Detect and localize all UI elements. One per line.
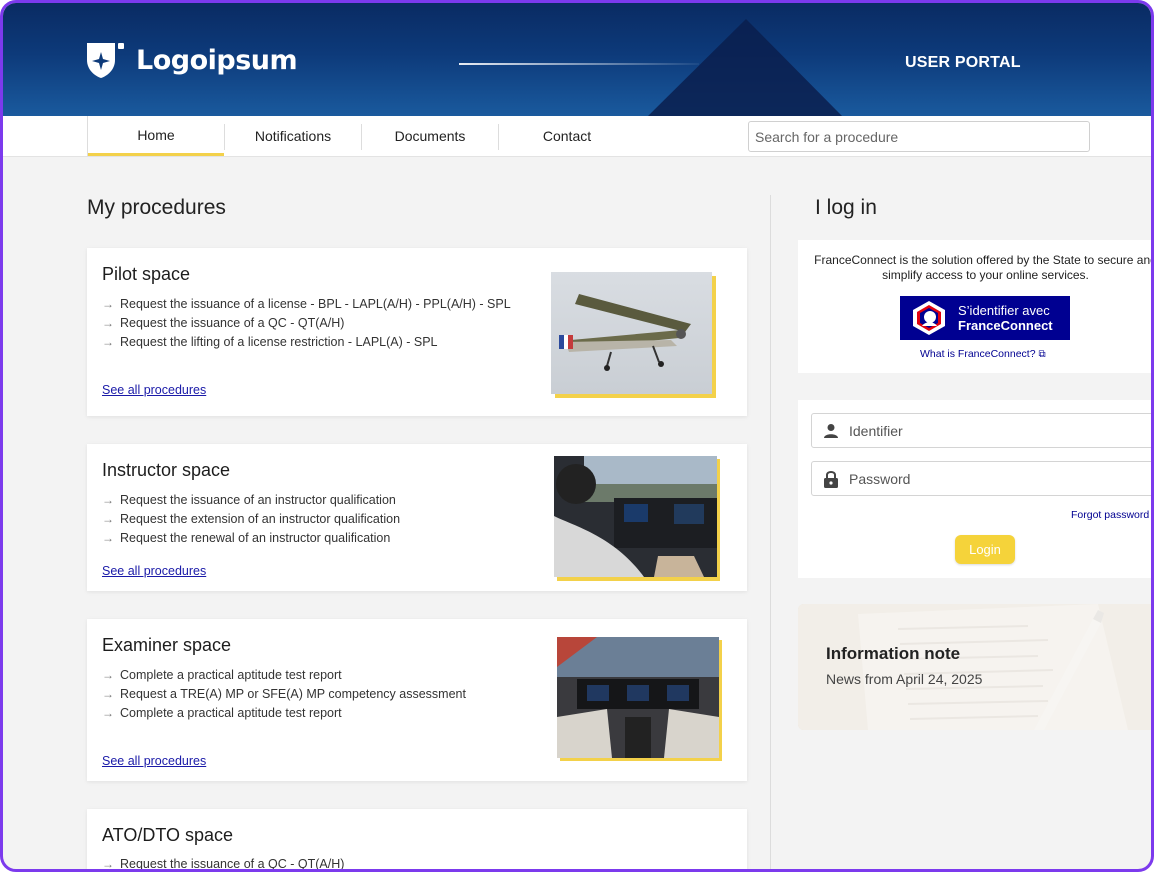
my-procedures-title: My procedures [87,196,226,219]
card-title: Pilot space [102,264,191,284]
login-form: Forgot password Login [798,400,1151,578]
site-logo[interactable]: Logoipsum [85,40,298,80]
procedure-item[interactable]: → Request the lifting of a license restri… [102,333,511,352]
procedure-item[interactable]: → Request the extension of an instructor … [102,510,400,529]
procedure-item[interactable]: → Request the issuance of a QC - QT(A/H) [102,855,345,871]
tab-documents[interactable]: Documents [362,116,498,156]
franceconnect-description: FranceConnect is the solution offered by… [814,253,1154,282]
user-icon [823,422,839,440]
info-overlay [798,604,1151,730]
franceconnect-button-line1: S’identifier avec [958,303,1050,318]
arrow-right-icon: → [102,687,114,701]
pilot-space-card: Pilot space → Request the issuance of a l… [87,248,747,416]
cockpit-pilot-photo [554,456,717,577]
franceconnect-panel: FranceConnect is the solution offered by… [798,240,1154,373]
procedure-item-label: Request the lifting of a license restric… [120,335,438,349]
arrow-right-icon: → [102,857,114,871]
logo-text: Logoipsum [136,44,298,76]
jet-cockpit-photo [557,637,719,758]
procedure-item-label: Request the issuance of a QC - QT(A/H) [120,316,345,330]
procedure-item-label: Request the issuance of a QC - QT(A/H) [120,857,345,871]
procedure-list: → Complete a practical aptitude test repo… [102,666,466,723]
procedure-search-input[interactable] [748,121,1090,152]
forgot-password-link[interactable]: Forgot password [1071,509,1149,521]
arrow-right-icon: → [102,531,114,545]
procedure-list: → Request the issuance of a QC - QT(A/H) [102,855,345,871]
franceconnect-help-link[interactable]: What is FranceConnect? ⧉ [920,348,1046,360]
procedure-item[interactable]: → Request the issuance of a license - BPL… [102,295,511,314]
external-link-icon: ⧉ [1038,349,1046,360]
arrow-right-icon: → [102,706,114,720]
franceconnect-help-label: What is FranceConnect? [920,348,1036,360]
arrow-right-icon: → [102,316,114,330]
password-input[interactable] [849,470,1129,487]
instructor-space-card: Instructor space → Request the issuance o… [87,444,747,591]
tab-notifications[interactable]: Notifications [225,116,361,156]
arrow-right-icon: → [102,512,114,526]
password-field[interactable] [811,461,1151,496]
identifier-field[interactable] [811,413,1151,448]
procedure-item[interactable]: → Complete a practical aptitude test repo… [102,704,466,723]
column-divider [770,195,771,869]
logo-icon [87,43,124,78]
procedure-list: → Request the issuance of an instructor q… [102,491,400,548]
procedure-item[interactable]: → Request the issuance of a QC - QT(A/H) [102,314,511,333]
app-frame: Logoipsum USER PORTAL Home Notifications… [0,0,1154,872]
tab-home[interactable]: Home [88,116,224,156]
franceconnect-button-text: S’identifier avec FranceConnect [958,303,1053,333]
procedure-item-label: Request the issuance of a license - BPL … [120,297,511,311]
procedure-item-label: Complete a practical aptitude test repor… [120,706,342,720]
arrow-right-icon: → [102,297,114,311]
card-title: Examiner space [102,635,232,655]
see-all-procedures-link[interactable]: See all procedures [102,383,206,397]
see-all-procedures-link[interactable]: See all procedures [102,564,206,578]
site-header: Logoipsum USER PORTAL [3,3,1151,116]
login-button[interactable]: Login [955,535,1015,564]
franceconnect-icon [913,301,945,335]
procedure-list: → Request the issuance of a license - BPL… [102,295,511,352]
procedure-item[interactable]: → Request the renewal of an instructor qu… [102,529,400,548]
arrow-right-icon: → [102,335,114,349]
arrow-right-icon: → [102,493,114,507]
examiner-space-card: Examiner space → Complete a practical apt… [87,619,747,781]
procedure-item[interactable]: → Complete a practical aptitude test repo… [102,666,466,685]
procedure-item[interactable]: → Request a TRE(A) MP or SFE(A) MP compet… [102,685,466,704]
procedure-item-label: Complete a practical aptitude test repor… [120,668,342,682]
identifier-input[interactable] [849,422,1129,439]
see-all-procedures-link[interactable]: See all procedures [102,754,206,768]
main-nav: Home Notifications Documents Contact [3,116,1151,157]
card-title: Instructor space [102,460,231,480]
info-note-subtitle: News from April 24, 2025 [826,671,983,687]
vintage-plane-photo [551,272,712,394]
portal-title: USER PORTAL [905,54,1021,71]
franceconnect-button-line2: FranceConnect [958,318,1053,333]
procedure-item-label: Request the renewal of an instructor qua… [120,531,391,545]
procedure-item[interactable]: → Request the issuance of an instructor q… [102,491,400,510]
mountain-decoration [648,19,842,116]
information-note-card[interactable]: Information note News from April 24, 202… [798,604,1151,730]
login-title: I log in [815,196,877,219]
tab-contact[interactable]: Contact [499,116,635,156]
arrow-right-icon: → [102,668,114,682]
ato-dto-space-card: ATO/DTO space → Request the issuance of a… [87,809,747,871]
procedure-item-label: Request the extension of an instructor q… [120,512,401,526]
card-title: ATO/DTO space [102,825,234,845]
franceconnect-button[interactable]: S’identifier avec FranceConnect [900,296,1070,340]
procedure-item-label: Request the issuance of an instructor qu… [120,493,396,507]
procedure-item-label: Request a TRE(A) MP or SFE(A) MP compete… [120,687,466,701]
info-note-title: Information note [826,644,961,663]
lock-icon [823,470,839,488]
